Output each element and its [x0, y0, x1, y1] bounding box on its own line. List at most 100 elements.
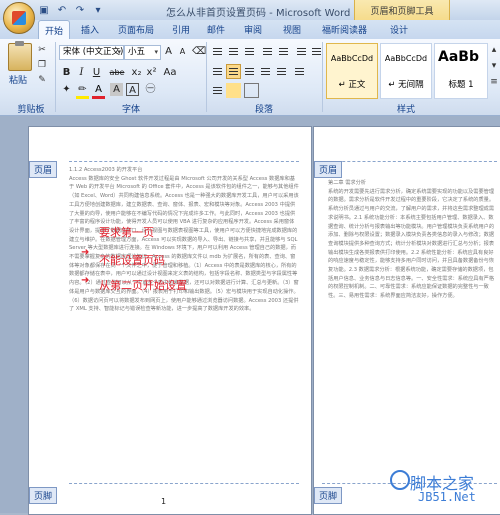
window-title: 怎么从非首页设置页码 - Microsoft Word — [166, 8, 351, 19]
strikethrough-button[interactable]: abe — [108, 66, 126, 79]
header-tag[interactable]: 页眉 — [29, 161, 58, 178]
header-boundary — [322, 161, 497, 162]
char-border-button[interactable]: A — [126, 83, 139, 96]
paste-icon[interactable] — [8, 41, 32, 71]
page-1-text: Access 数据库的安全 Ghost 软件开发过程是由 Microsoft 公… — [69, 175, 299, 313]
redo-icon[interactable]: ↷ — [74, 4, 86, 16]
style-heading-1[interactable]: AaBb 标题 1 — [434, 43, 488, 99]
sort-icon[interactable] — [294, 44, 309, 59]
copy-icon[interactable]: ❐ — [36, 60, 48, 70]
annotation-first-page: 要求第一页 — [99, 226, 154, 239]
enclose-char-icon[interactable]: ㊀ — [144, 83, 157, 96]
tab-view[interactable]: 视图 — [283, 23, 301, 36]
grow-font-icon[interactable]: A — [162, 45, 175, 58]
watermark-logo-icon — [390, 470, 410, 490]
font-size-combo[interactable]: 小五 ▾ — [124, 45, 161, 60]
style-no-spacing[interactable]: AaBbCcDd ↵ 无间隔 — [380, 43, 432, 99]
superscript-button[interactable]: x² — [145, 66, 158, 79]
shading-icon[interactable] — [226, 83, 241, 98]
font-group-label: 字体 — [121, 105, 140, 115]
highlight-button[interactable]: ✏ — [76, 83, 89, 99]
customize-icon[interactable]: ▾ — [92, 4, 104, 16]
tab-design[interactable]: 设计 — [390, 23, 408, 36]
italic-button[interactable]: I — [75, 66, 88, 79]
group-divider — [206, 42, 207, 112]
annotation-no-page-number: 不能设置页码 — [99, 254, 165, 267]
underline-button[interactable]: U — [90, 66, 103, 79]
page-1[interactable]: 页眉 1.1.2 Access2003 的开发平台 Access 数据库的安全 … — [28, 126, 312, 515]
styles-more-icon[interactable]: ≡ — [488, 77, 500, 87]
styles-scroll-up-icon[interactable]: ▴ — [488, 45, 500, 55]
clipboard-group-label: 剪贴板 — [17, 105, 45, 115]
style-name: ↵ 正文 — [338, 80, 366, 90]
justify-icon[interactable] — [258, 64, 273, 79]
style-name: 标题 1 — [448, 80, 474, 90]
group-divider — [322, 42, 323, 112]
font-name-combo[interactable]: 宋体 (中文正文) ▾ — [59, 45, 124, 60]
line-spacing-icon[interactable] — [292, 64, 307, 79]
ribbon: 粘贴 ✂ ❐ ✎ 剪贴板 宋体 (中文正文) ▾ 小五 ▾ A A ⌫ B I U … — [0, 39, 500, 116]
subscript-button[interactable]: x₂ — [130, 66, 143, 79]
office-logo-icon — [12, 11, 26, 25]
tab-foxit-reader[interactable]: 福昕阅读器 — [322, 23, 367, 36]
decrease-indent-icon[interactable] — [260, 44, 275, 59]
styles-scroll-down-icon[interactable]: ▾ — [488, 61, 500, 71]
paste-label[interactable]: 粘贴 — [9, 73, 27, 86]
tab-home[interactable]: 开始 — [38, 20, 71, 41]
shrink-font-icon[interactable]: A — [176, 45, 189, 58]
page-1-heading: 1.1.2 Access2003 的开发平台 — [69, 167, 143, 173]
multilevel-list-icon[interactable] — [242, 44, 257, 59]
page-2-text: 系统的开发需要先进行需求分析，确定系统需要实现的功能以及需要管理的数据。需求分析… — [328, 188, 495, 300]
increase-indent-icon[interactable] — [276, 44, 291, 59]
format-painter-icon[interactable]: ✎ — [36, 75, 48, 85]
align-right-icon[interactable] — [242, 64, 257, 79]
document-area: 页眉 1.1.2 Access2003 的开发平台 Access 数据库的安全 … — [0, 116, 500, 515]
office-button[interactable] — [3, 2, 35, 34]
style-sample: AaBb — [438, 49, 479, 65]
footer-tag[interactable]: 页脚 — [314, 487, 343, 504]
bullets-icon[interactable] — [210, 44, 225, 59]
style-sample: AaBbCcDd — [330, 54, 374, 63]
clear-format-icon[interactable]: ⌫ — [192, 45, 206, 58]
quick-access-toolbar: ▣ ↶ ↷ ▾ — [38, 3, 104, 17]
ribbon-tabs: 开始 插入 页面布局 引用 邮件 审阅 视图 福昕阅读器 设计 — [0, 20, 500, 41]
borders-icon[interactable] — [244, 83, 259, 98]
arrow-right-icon: ➜ — [81, 247, 90, 258]
page-2-heading: 第二章 需求分析 — [328, 180, 366, 186]
style-sample: AaBbCcDd — [384, 54, 428, 63]
align-left-icon[interactable] — [210, 64, 225, 79]
arrow-right-icon: ➜ — [81, 275, 90, 286]
chevron-down-icon: ▾ — [117, 48, 121, 56]
cut-icon[interactable]: ✂ — [36, 45, 48, 55]
tab-mailings[interactable]: 邮件 — [207, 23, 225, 36]
page-2-body[interactable]: 第二章 需求分析 系统的开发需要先进行需求分析，确定系统需要实现的功能以及需要管… — [328, 179, 496, 479]
font-name-value: 宋体 (中文正文) — [63, 47, 124, 57]
tab-page-layout[interactable]: 页面布局 — [118, 23, 154, 36]
tab-insert[interactable]: 插入 — [81, 23, 99, 36]
footer-tag[interactable]: 页脚 — [29, 487, 58, 504]
font-color-button[interactable]: A — [92, 83, 105, 99]
char-shading-button[interactable]: A — [110, 83, 123, 96]
style-name: ↵ 无间隔 — [388, 80, 424, 90]
font-size-value: 小五 — [128, 47, 146, 57]
page-2[interactable]: 页眉 第二章 需求分析 系统的开发需要先进行需求分析，确定系统需要实现的功能以及… — [313, 126, 500, 515]
watermark-url: JB51.Net — [418, 490, 476, 504]
paragraph-group-label: 段落 — [254, 105, 273, 115]
contextual-group-title: 页眉和页脚工具 — [370, 7, 434, 17]
chinese-layout-icon[interactable] — [210, 83, 225, 98]
tab-review[interactable]: 审阅 — [244, 23, 262, 36]
change-case-button[interactable]: Aa — [162, 66, 178, 79]
footer-boundary — [69, 483, 299, 484]
save-icon[interactable]: ▣ — [38, 4, 50, 16]
bold-button[interactable]: B — [60, 66, 73, 79]
numbering-icon[interactable] — [226, 44, 241, 59]
align-center-icon[interactable] — [226, 64, 241, 79]
page-number: 1 — [161, 497, 167, 506]
distribute-icon[interactable] — [274, 64, 289, 79]
undo-icon[interactable]: ↶ — [56, 4, 68, 16]
page-1-body[interactable]: 1.1.2 Access2003 的开发平台 Access 数据库的安全 Gho… — [69, 166, 299, 466]
style-normal[interactable]: AaBbCcDd ↵ 正文 — [326, 43, 378, 99]
header-tag[interactable]: 页眉 — [314, 161, 343, 178]
tab-references[interactable]: 引用 — [172, 23, 190, 36]
text-effects-button[interactable]: ✦ — [60, 83, 73, 96]
